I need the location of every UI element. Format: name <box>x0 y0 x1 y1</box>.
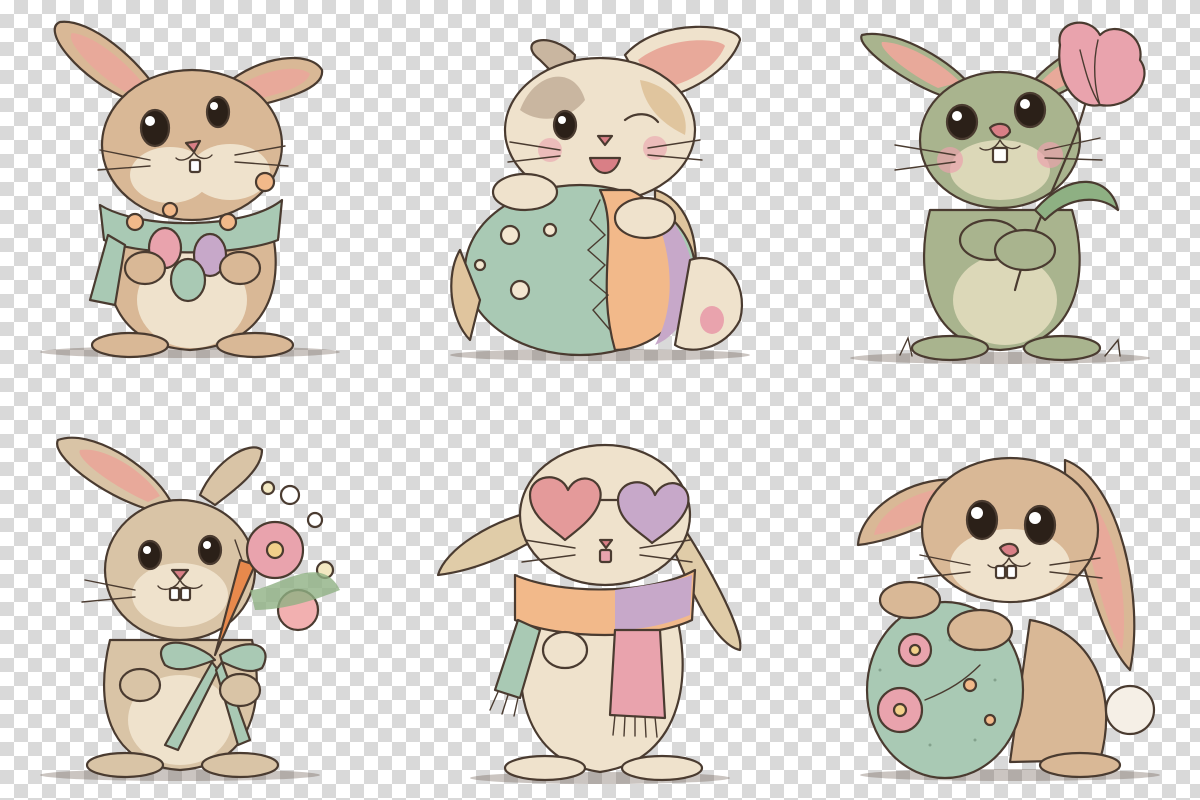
bunny-bouquet-illustration <box>0 400 400 800</box>
bunny-tulip-icon <box>850 21 1150 364</box>
bunny-heart-glasses-icon <box>436 443 742 784</box>
bunny-heart-glasses-illustration <box>400 400 800 800</box>
bunny-hug-egg-illustration <box>800 400 1200 800</box>
sticker-sheet <box>0 0 1200 800</box>
bunny-big-egg-illustration <box>400 0 800 400</box>
bunny-bouquet-icon <box>40 436 340 781</box>
bunny-big-egg-icon <box>450 25 750 361</box>
bunny-scarf-eggs-illustration <box>0 0 400 400</box>
bunny-hug-egg-icon <box>856 456 1160 781</box>
bunny-tulip-illustration <box>800 0 1200 400</box>
bunny-scarf-eggs-icon <box>40 20 340 359</box>
